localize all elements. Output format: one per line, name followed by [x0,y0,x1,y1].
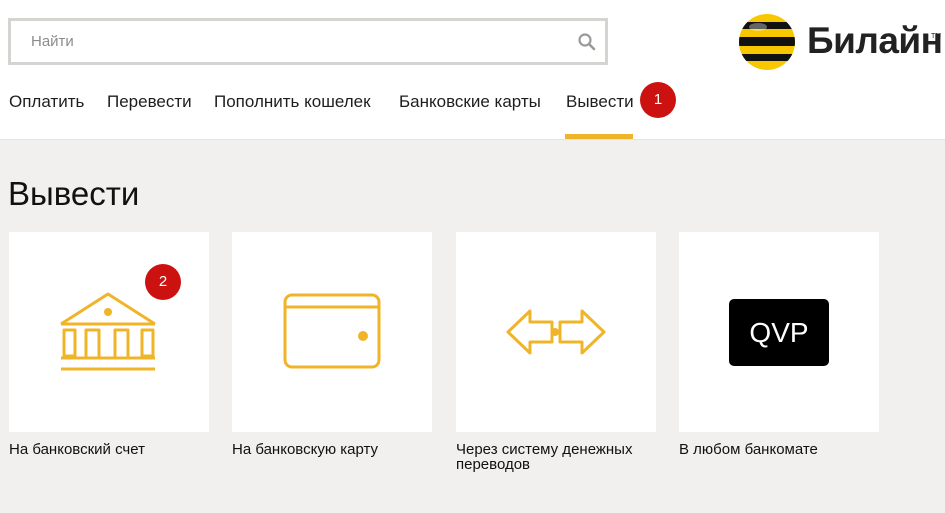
logo-trademark: TM [931,33,942,40]
option-card-bank-card[interactable] [232,232,432,432]
card-icon [283,293,381,369]
header: Билайн TM Оплатить Перевести Пополнить к… [0,0,945,140]
logo-wordmark: Билайн [807,20,943,61]
option-label-bank-card[interactable]: На банковскую карту [232,442,447,457]
option-label-money-transfer[interactable]: Через систему денежных переводов [456,442,671,472]
qvp-logo-text: QVP [749,317,808,348]
option-label-atm[interactable]: В любом банкомате [679,442,894,457]
nav-item-withdraw[interactable]: Вывести [566,92,634,112]
step-badge-1: 1 [640,82,676,118]
search-box [8,18,608,65]
beeline-logo[interactable]: Билайн TM [738,13,943,71]
page-title: Вывести [8,175,140,212]
beeline-ball-icon [739,14,795,70]
step-badge-2: 2 [145,264,181,300]
qvp-logo-icon: QVP [729,299,829,366]
active-tab-indicator [565,134,633,139]
option-card-money-transfer[interactable] [456,232,656,432]
nav-item-transfer[interactable]: Перевести [107,92,192,112]
option-card-bank-account[interactable]: 2 [9,232,209,432]
nav-item-topup-wallet[interactable]: Пополнить кошелек [214,92,371,112]
nav-item-pay[interactable]: Оплатить [9,92,84,112]
option-label-bank-account[interactable]: На банковский счет [9,442,224,457]
nav-item-bank-cards[interactable]: Банковские карты [399,92,541,112]
search-input[interactable] [11,21,605,62]
bank-icon [60,292,156,371]
search-icon[interactable] [577,32,597,52]
option-card-atm[interactable]: QVP [679,232,879,432]
transfer-arrows-icon [506,309,606,355]
